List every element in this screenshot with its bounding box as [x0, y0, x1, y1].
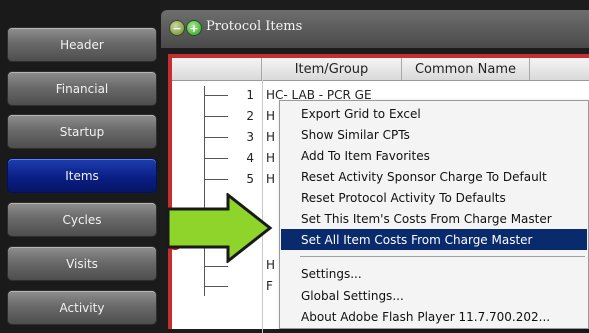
minus-icon[interactable]: − [169, 20, 185, 36]
menu-item-reset-protocol-activity[interactable]: Reset Protocol Activity To Defaults [281, 187, 587, 208]
tree-branch [204, 158, 228, 159]
row-number: 2 [246, 109, 254, 123]
menu-item-set-all-item-costs[interactable]: Set All Item Costs From Charge Master [281, 229, 587, 250]
row-number: 3 [246, 130, 254, 144]
context-menu: Export Grid to Excel Show Similar CPTs A… [279, 100, 589, 329]
column-common-name[interactable]: Common Name [402, 58, 530, 80]
row-number: 5 [246, 172, 254, 186]
tree-trunk-line [204, 86, 205, 296]
page-title: Protocol Items [206, 19, 303, 34]
row-number: 4 [246, 151, 254, 165]
nav-visits-button[interactable]: Visits [7, 246, 157, 281]
nav-financial-button[interactable]: Financial [7, 71, 157, 106]
tree-branch [204, 286, 228, 287]
column-item-group[interactable]: Item/Group [262, 58, 402, 80]
green-arrow-icon [166, 193, 273, 263]
table-cell-item[interactable]: F [266, 279, 273, 293]
menu-item-show-similar-cpts[interactable]: Show Similar CPTs [281, 124, 587, 145]
menu-separator [300, 256, 585, 257]
grid-header: Item/Group Common Name [172, 58, 589, 81]
menu-item-export-grid[interactable]: Export Grid to Excel [281, 103, 587, 124]
menu-item-about-flash[interactable]: About Adobe Flash Player 11.7.700.202... [281, 306, 587, 327]
nav-activity-button[interactable]: Activity [7, 290, 157, 325]
menu-item-reset-sponsor-charge[interactable]: Reset Activity Sponsor Charge To Default [281, 166, 587, 187]
nav-cycles-button[interactable]: Cycles [7, 202, 157, 237]
menu-item-settings[interactable]: Settings... [281, 263, 587, 284]
protocol-items-header: − + Protocol Items [161, 10, 589, 48]
row-number: 1 [246, 88, 254, 102]
tree-branch [204, 116, 228, 117]
table-cell-item[interactable]: H [266, 151, 275, 165]
tree-branch [204, 179, 228, 180]
table-cell-item[interactable]: H [266, 109, 275, 123]
menu-item-add-favorites[interactable]: Add To Item Favorites [281, 145, 587, 166]
nav-header-button[interactable]: Header [7, 27, 157, 62]
nav-startup-button[interactable]: Startup [7, 114, 157, 149]
table-cell-item[interactable]: H [266, 130, 275, 144]
tree-branch [204, 266, 228, 267]
table-cell-item[interactable]: H [266, 172, 275, 186]
column-extra [530, 58, 589, 80]
menu-item-global-settings[interactable]: Global Settings... [281, 285, 587, 306]
tree-branch [204, 95, 228, 96]
nav-items-button[interactable]: Items [7, 158, 157, 193]
grid-header-tree [172, 58, 262, 80]
tree-branch [204, 137, 228, 138]
left-nav: Header Financial Startup Items Cycles Vi… [0, 0, 160, 329]
plus-icon[interactable]: + [186, 20, 202, 36]
menu-item-set-item-costs[interactable]: Set This Item's Costs From Charge Master [281, 208, 587, 229]
